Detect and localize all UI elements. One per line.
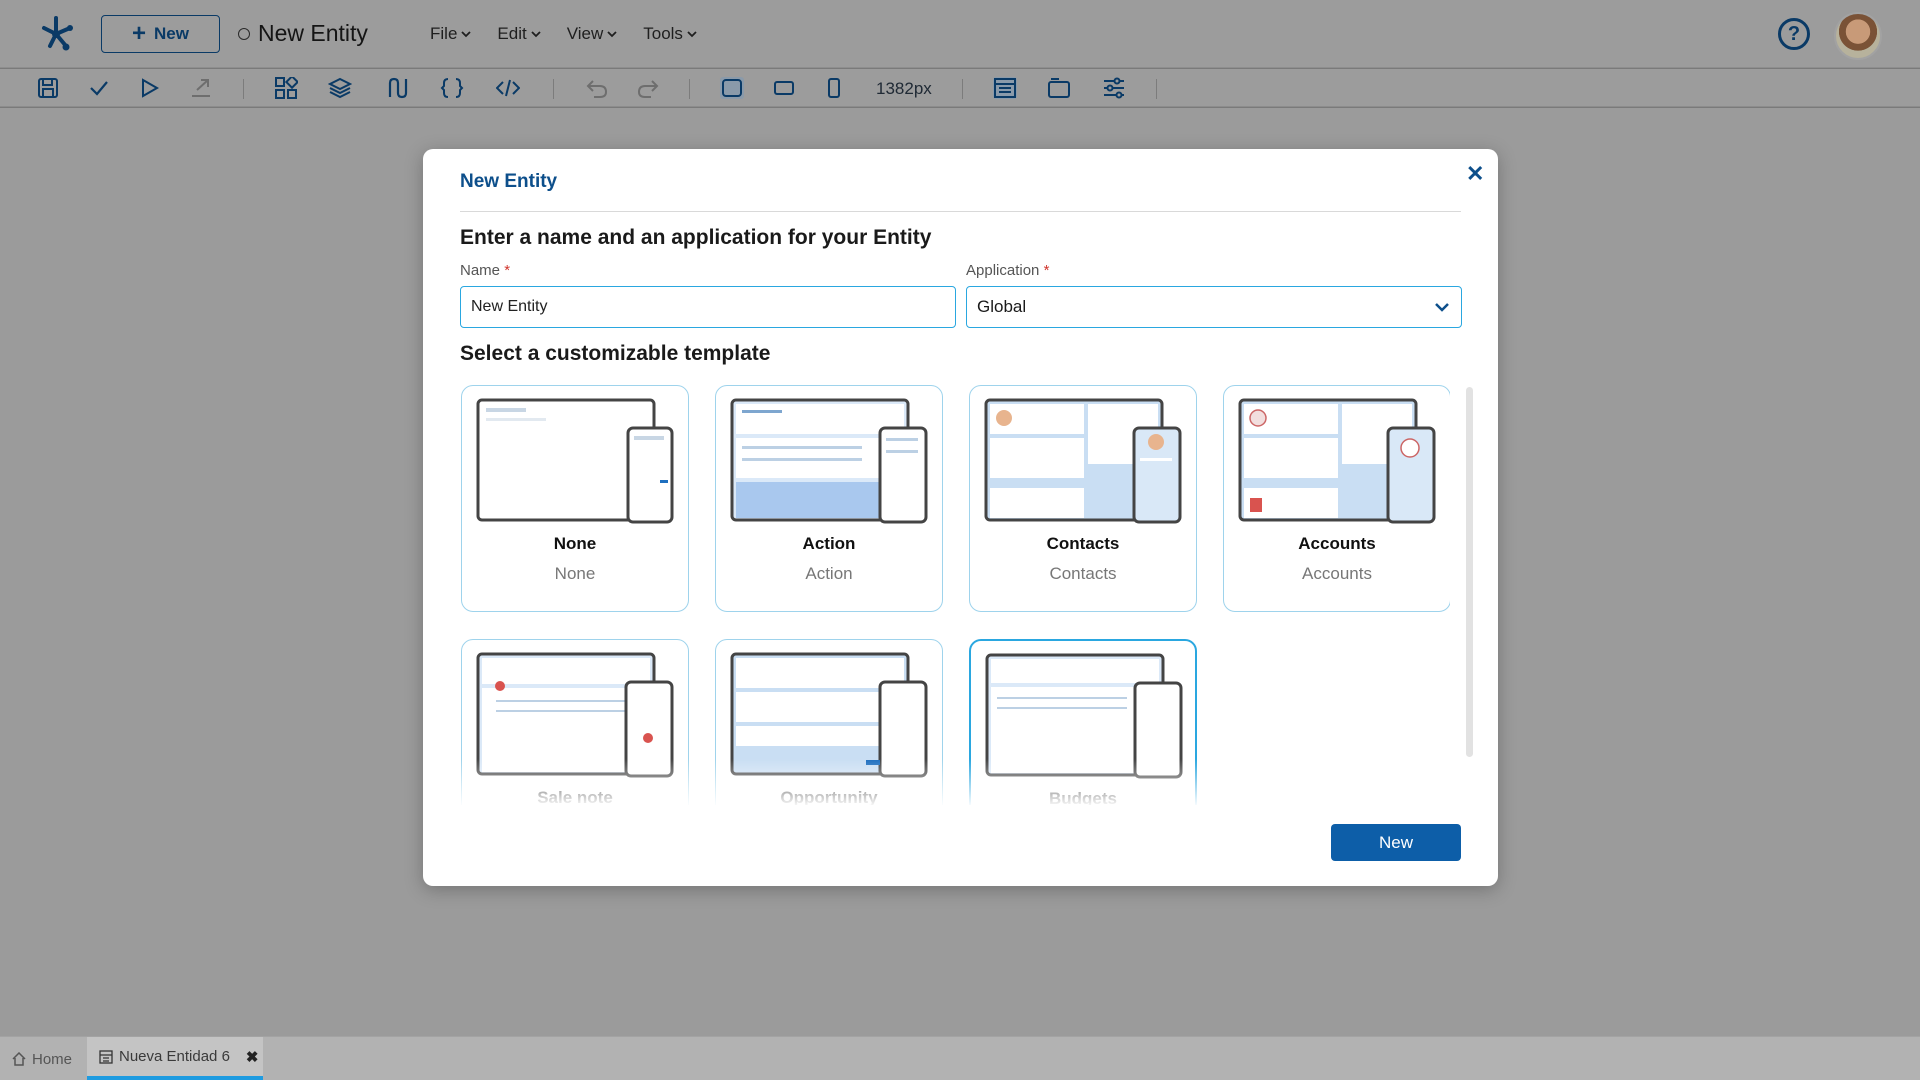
- toolbar-divider: [1156, 79, 1157, 99]
- save-icon[interactable]: [36, 77, 60, 99]
- templates-heading: Select a customizable template: [460, 342, 771, 365]
- toolbar-divider: [689, 79, 690, 99]
- components-icon[interactable]: [274, 74, 300, 99]
- template-description: Accounts: [1302, 564, 1372, 583]
- tab-home[interactable]: Home: [12, 1037, 72, 1080]
- name-label-text: Name: [460, 262, 501, 279]
- application-select-value: Global: [977, 297, 1027, 316]
- tab-home-label: Home: [32, 1050, 73, 1068]
- chevron-down-icon: [1435, 303, 1449, 312]
- home-icon: [12, 1052, 26, 1066]
- menu-tools[interactable]: Tools: [643, 24, 697, 44]
- validate-check-icon[interactable]: [87, 77, 111, 99]
- template-description: Action: [805, 564, 853, 583]
- template-card-accounts[interactable]: Accounts Accounts: [1223, 385, 1450, 612]
- bottom-tab-bar: Home Nueva Entidad 6 ✖: [0, 1036, 1920, 1080]
- template-name: Budgets: [1049, 789, 1117, 805]
- template-name: Opportunity: [780, 788, 878, 805]
- properties-icon[interactable]: [1102, 77, 1126, 99]
- menu-view[interactable]: View: [567, 24, 618, 44]
- menu-bar: File Edit View Tools: [430, 24, 723, 44]
- menu-edit[interactable]: Edit: [497, 24, 541, 44]
- template-budgets-thumbnail: [985, 653, 1183, 779]
- canvas-width-readout: 1382px: [876, 79, 932, 98]
- flow-icon[interactable]: [384, 77, 408, 99]
- template-name: None: [553, 534, 597, 553]
- template-name: Accounts: [1298, 534, 1376, 553]
- toolbar-divider: [962, 79, 963, 99]
- template-description: None: [554, 564, 596, 583]
- new-entity-dialog: New Entity ✕ Enter a name and an applica…: [423, 149, 1498, 886]
- close-icon[interactable]: ✕: [1466, 161, 1484, 187]
- new-button[interactable]: + New: [101, 15, 220, 53]
- chevron-down-icon: [607, 31, 617, 38]
- top-bar: + New New Entity File Edit View Tools ?: [0, 0, 1920, 68]
- chevron-down-icon: [531, 31, 541, 38]
- menu-file[interactable]: File: [430, 24, 472, 44]
- template-action-thumbnail: [730, 398, 928, 524]
- toolbar-divider: [243, 79, 244, 99]
- dialog-subtitle: Enter a name and an application for your…: [460, 226, 932, 249]
- code-icon[interactable]: [495, 77, 521, 99]
- required-mark: *: [504, 262, 511, 279]
- chevron-down-icon: [687, 31, 697, 38]
- template-name: Action: [802, 534, 856, 553]
- close-tab-icon[interactable]: ✖: [246, 1048, 259, 1066]
- plus-icon: +: [132, 20, 147, 47]
- dialog-title: New Entity: [460, 171, 558, 192]
- template-contacts-thumbnail: [984, 398, 1182, 524]
- template-card-none[interactable]: None None: [461, 385, 689, 612]
- dialog-divider: [460, 211, 1461, 212]
- publish-icon[interactable]: [189, 77, 213, 99]
- window-icon[interactable]: [1047, 77, 1071, 99]
- template-description: Contacts: [1049, 564, 1117, 583]
- template-card-budgets[interactable]: Budgets: [969, 639, 1197, 805]
- tablet-view-icon[interactable]: [772, 77, 796, 99]
- template-scrollbar[interactable]: [1466, 387, 1473, 757]
- braces-icon[interactable]: [440, 77, 464, 99]
- app-logo-icon[interactable]: [36, 12, 76, 54]
- template-card-contacts[interactable]: Contacts Contacts: [969, 385, 1197, 612]
- template-accounts-thumbnail: [1238, 398, 1436, 524]
- template-card-sale-note[interactable]: Sale note: [461, 639, 689, 805]
- template-name: Contacts: [1046, 534, 1120, 553]
- mobile-view-icon[interactable]: [822, 77, 846, 99]
- desktop-view-icon[interactable]: [720, 77, 744, 99]
- menu-file-label: File: [430, 24, 458, 43]
- template-grid: None None Action Action Contacts Contact…: [460, 385, 1450, 805]
- name-label: Name *: [460, 262, 510, 279]
- tab-nueva-entidad-label: Nueva Entidad 6: [119, 1048, 230, 1065]
- application-label: Application *: [966, 262, 1049, 279]
- menu-edit-label: Edit: [497, 24, 527, 43]
- new-button-label: New: [154, 24, 189, 43]
- application-label-text: Application: [966, 262, 1040, 279]
- tab-nueva-entidad[interactable]: Nueva Entidad 6 ✖: [87, 1037, 263, 1080]
- undo-icon[interactable]: [585, 77, 609, 99]
- help-icon[interactable]: ?: [1778, 18, 1810, 50]
- menu-tools-label: Tools: [643, 24, 683, 43]
- toolbar: 1382px: [0, 69, 1920, 107]
- chevron-down-icon: [461, 31, 472, 38]
- template-card-opportunity[interactable]: Opportunity: [715, 639, 943, 805]
- required-mark: *: [1043, 262, 1050, 279]
- user-avatar[interactable]: [1834, 12, 1882, 60]
- toolbar-divider: [553, 79, 554, 99]
- template-card-action[interactable]: Action Action: [715, 385, 943, 612]
- template-sale-note-thumbnail: [476, 652, 674, 778]
- template-name: Sale note: [537, 788, 613, 805]
- redo-icon[interactable]: [636, 77, 660, 99]
- template-none-thumbnail: [476, 398, 674, 524]
- create-entity-button[interactable]: New: [1331, 824, 1461, 861]
- play-icon[interactable]: [137, 77, 161, 99]
- layers-icon[interactable]: [327, 77, 353, 99]
- unsaved-status-icon: [238, 28, 250, 40]
- application-select[interactable]: Global: [966, 286, 1462, 328]
- entity-icon: [99, 1049, 113, 1064]
- name-input[interactable]: [460, 286, 956, 328]
- template-opportunity-thumbnail: [730, 652, 928, 778]
- document-title: New Entity: [258, 20, 368, 46]
- menu-view-label: View: [566, 24, 604, 43]
- layout-panel-icon[interactable]: [993, 77, 1017, 99]
